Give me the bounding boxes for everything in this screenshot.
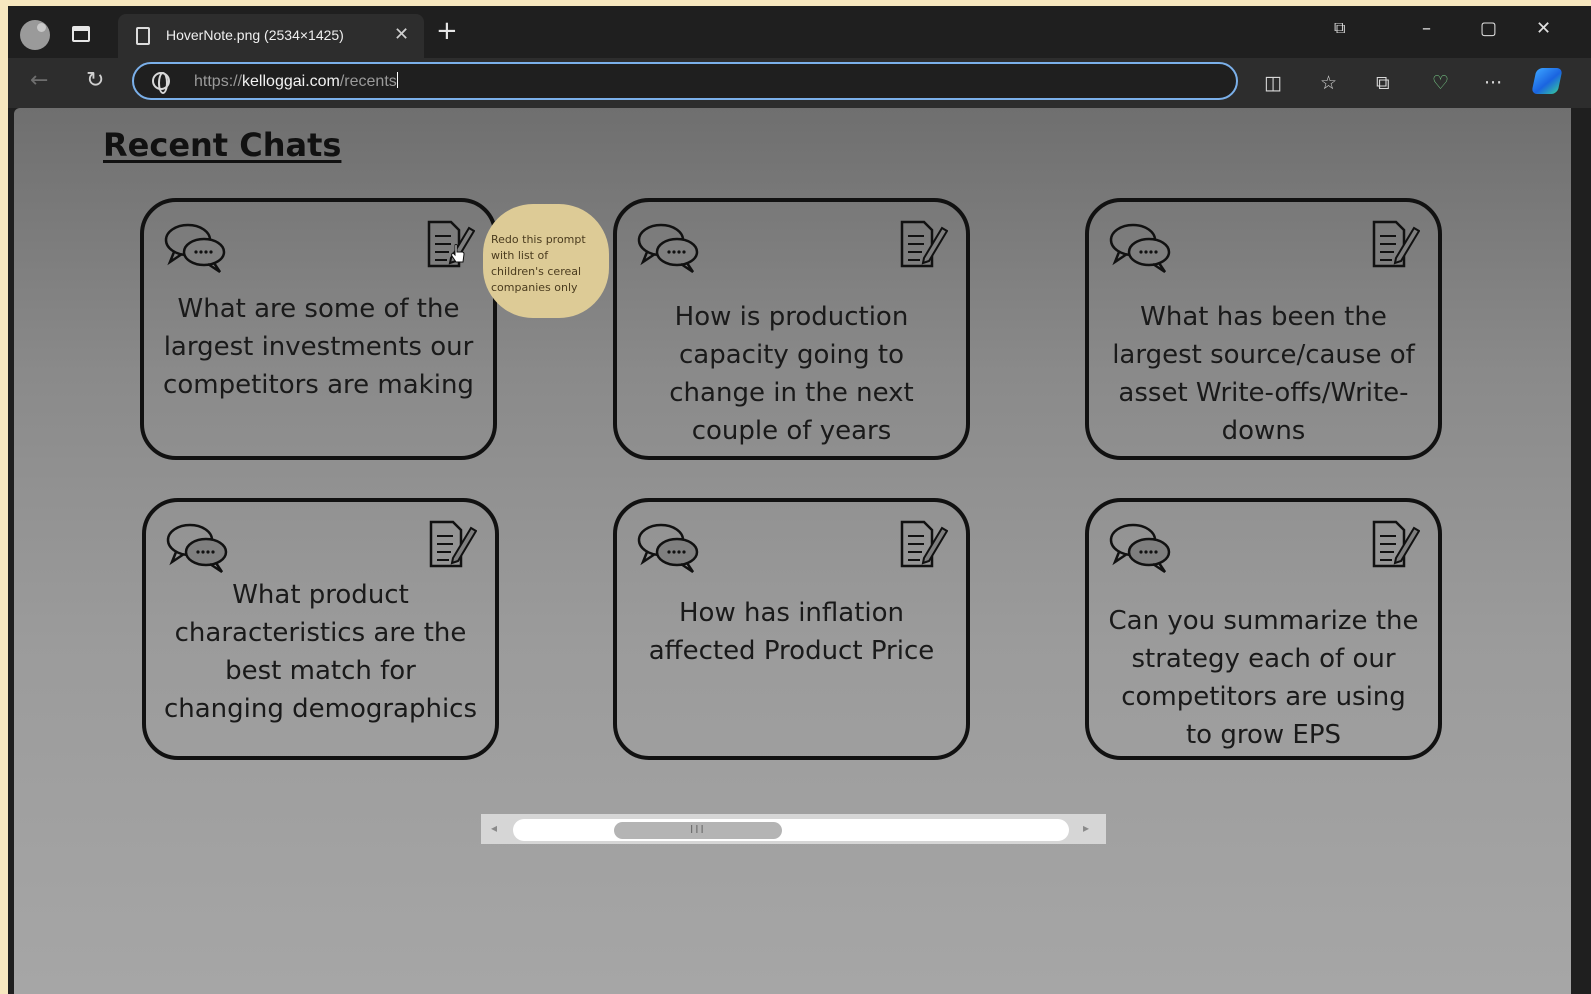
text-caret xyxy=(396,72,398,88)
split-screen-icon[interactable]: ◫ xyxy=(1264,72,1282,94)
card-prompt-text: What are some of the largest investments… xyxy=(163,294,474,400)
recent-chat-card[interactable]: How has inflation affected Product Price xyxy=(613,498,970,760)
minimize-button[interactable]: – xyxy=(1422,18,1431,39)
scroll-thumb[interactable]: III xyxy=(614,822,782,839)
copilot-icon[interactable] xyxy=(1531,68,1563,94)
url-text[interactable]: https://kelloggai.com/recents xyxy=(194,72,398,91)
card-prompt-text: Can you summarize the strategy each of o… xyxy=(1108,606,1419,750)
refresh-icon[interactable]: ↻ xyxy=(86,68,104,93)
card-prompt-text: What product characteristics are the bes… xyxy=(163,580,478,724)
browser-window: HoverNote.png (2534×1425) ✕ + ⧉ – ▢ ✕ ← … xyxy=(8,6,1591,994)
chat-bubbles-icon xyxy=(164,223,226,274)
chat-bubbles-icon xyxy=(637,223,699,274)
maximize-button[interactable]: ▢ xyxy=(1480,18,1497,39)
card-prompt-text: How is production capacity going to chan… xyxy=(669,302,914,446)
scroll-grip: III xyxy=(690,823,706,836)
globe-icon[interactable] xyxy=(152,72,170,94)
hand-cursor-icon xyxy=(451,244,465,263)
recent-chat-card[interactable]: How is production capacity going to chan… xyxy=(613,198,970,460)
edit-note-icon[interactable] xyxy=(898,520,948,568)
card-prompt-text: What has been the largest source/cause o… xyxy=(1112,302,1415,446)
tab-strip: HoverNote.png (2534×1425) ✕ + ⧉ – ▢ ✕ xyxy=(8,6,1591,58)
new-tab-button[interactable]: + xyxy=(436,18,458,44)
edit-note-icon[interactable] xyxy=(425,220,475,268)
edit-note-icon[interactable] xyxy=(427,520,477,568)
document-icon xyxy=(136,27,150,45)
url-path: /recents xyxy=(339,73,397,90)
edit-note-icon[interactable] xyxy=(1370,220,1420,268)
recent-chat-card[interactable]: What product characteristics are the bes… xyxy=(142,498,499,760)
tab-actions-icon[interactable] xyxy=(72,26,90,42)
hover-note-tooltip: Redo this prompt with list of children's… xyxy=(483,204,609,318)
scroll-track[interactable] xyxy=(513,819,1069,841)
recent-chat-card[interactable]: What are some of the largest investments… xyxy=(140,198,497,460)
profile-icon[interactable] xyxy=(20,20,50,50)
chat-bubbles-icon xyxy=(1109,223,1171,274)
url-scheme: https:// xyxy=(194,73,243,90)
chat-bubbles-icon xyxy=(1109,523,1171,574)
screen-share-icon[interactable]: ⧉ xyxy=(1334,18,1345,38)
browser-toolbar: ← ↻ https://kelloggai.com/recents ◫ ☆ ⧉ … xyxy=(8,58,1591,108)
chat-bubbles-icon xyxy=(166,523,228,574)
url-host: kelloggai.com xyxy=(242,73,340,90)
page-content: Recent Chats What are some of the larges… xyxy=(14,108,1571,994)
chat-bubbles-icon xyxy=(637,523,699,574)
favorites-icon[interactable]: ☆ xyxy=(1320,72,1337,94)
recent-chat-card[interactable]: Can you summarize the strategy each of o… xyxy=(1085,498,1442,760)
collections-icon[interactable]: ⧉ xyxy=(1376,72,1390,94)
tab-title: HoverNote.png (2534×1425) xyxy=(166,27,344,43)
address-bar[interactable]: https://kelloggai.com/recents xyxy=(132,62,1238,100)
close-window-button[interactable]: ✕ xyxy=(1536,18,1551,39)
browser-tab[interactable]: HoverNote.png (2534×1425) ✕ xyxy=(118,14,424,58)
scroll-right-arrow[interactable]: ▸ xyxy=(1083,821,1089,835)
back-icon[interactable]: ← xyxy=(30,68,48,93)
browser-essentials-icon[interactable]: ♡ xyxy=(1432,72,1449,94)
edit-note-icon[interactable] xyxy=(898,220,948,268)
edit-note-icon[interactable] xyxy=(1370,520,1420,568)
card-prompt-text: How has inflation affected Product Price xyxy=(648,598,935,666)
tab-close-button[interactable]: ✕ xyxy=(394,24,409,45)
horizontal-scrollbar[interactable]: ◂ III ▸ xyxy=(481,814,1106,844)
more-icon[interactable]: ··· xyxy=(1484,72,1502,94)
recent-chat-card[interactable]: What has been the largest source/cause o… xyxy=(1085,198,1442,460)
page-title: Recent Chats xyxy=(103,126,342,164)
scroll-left-arrow[interactable]: ◂ xyxy=(491,821,497,835)
